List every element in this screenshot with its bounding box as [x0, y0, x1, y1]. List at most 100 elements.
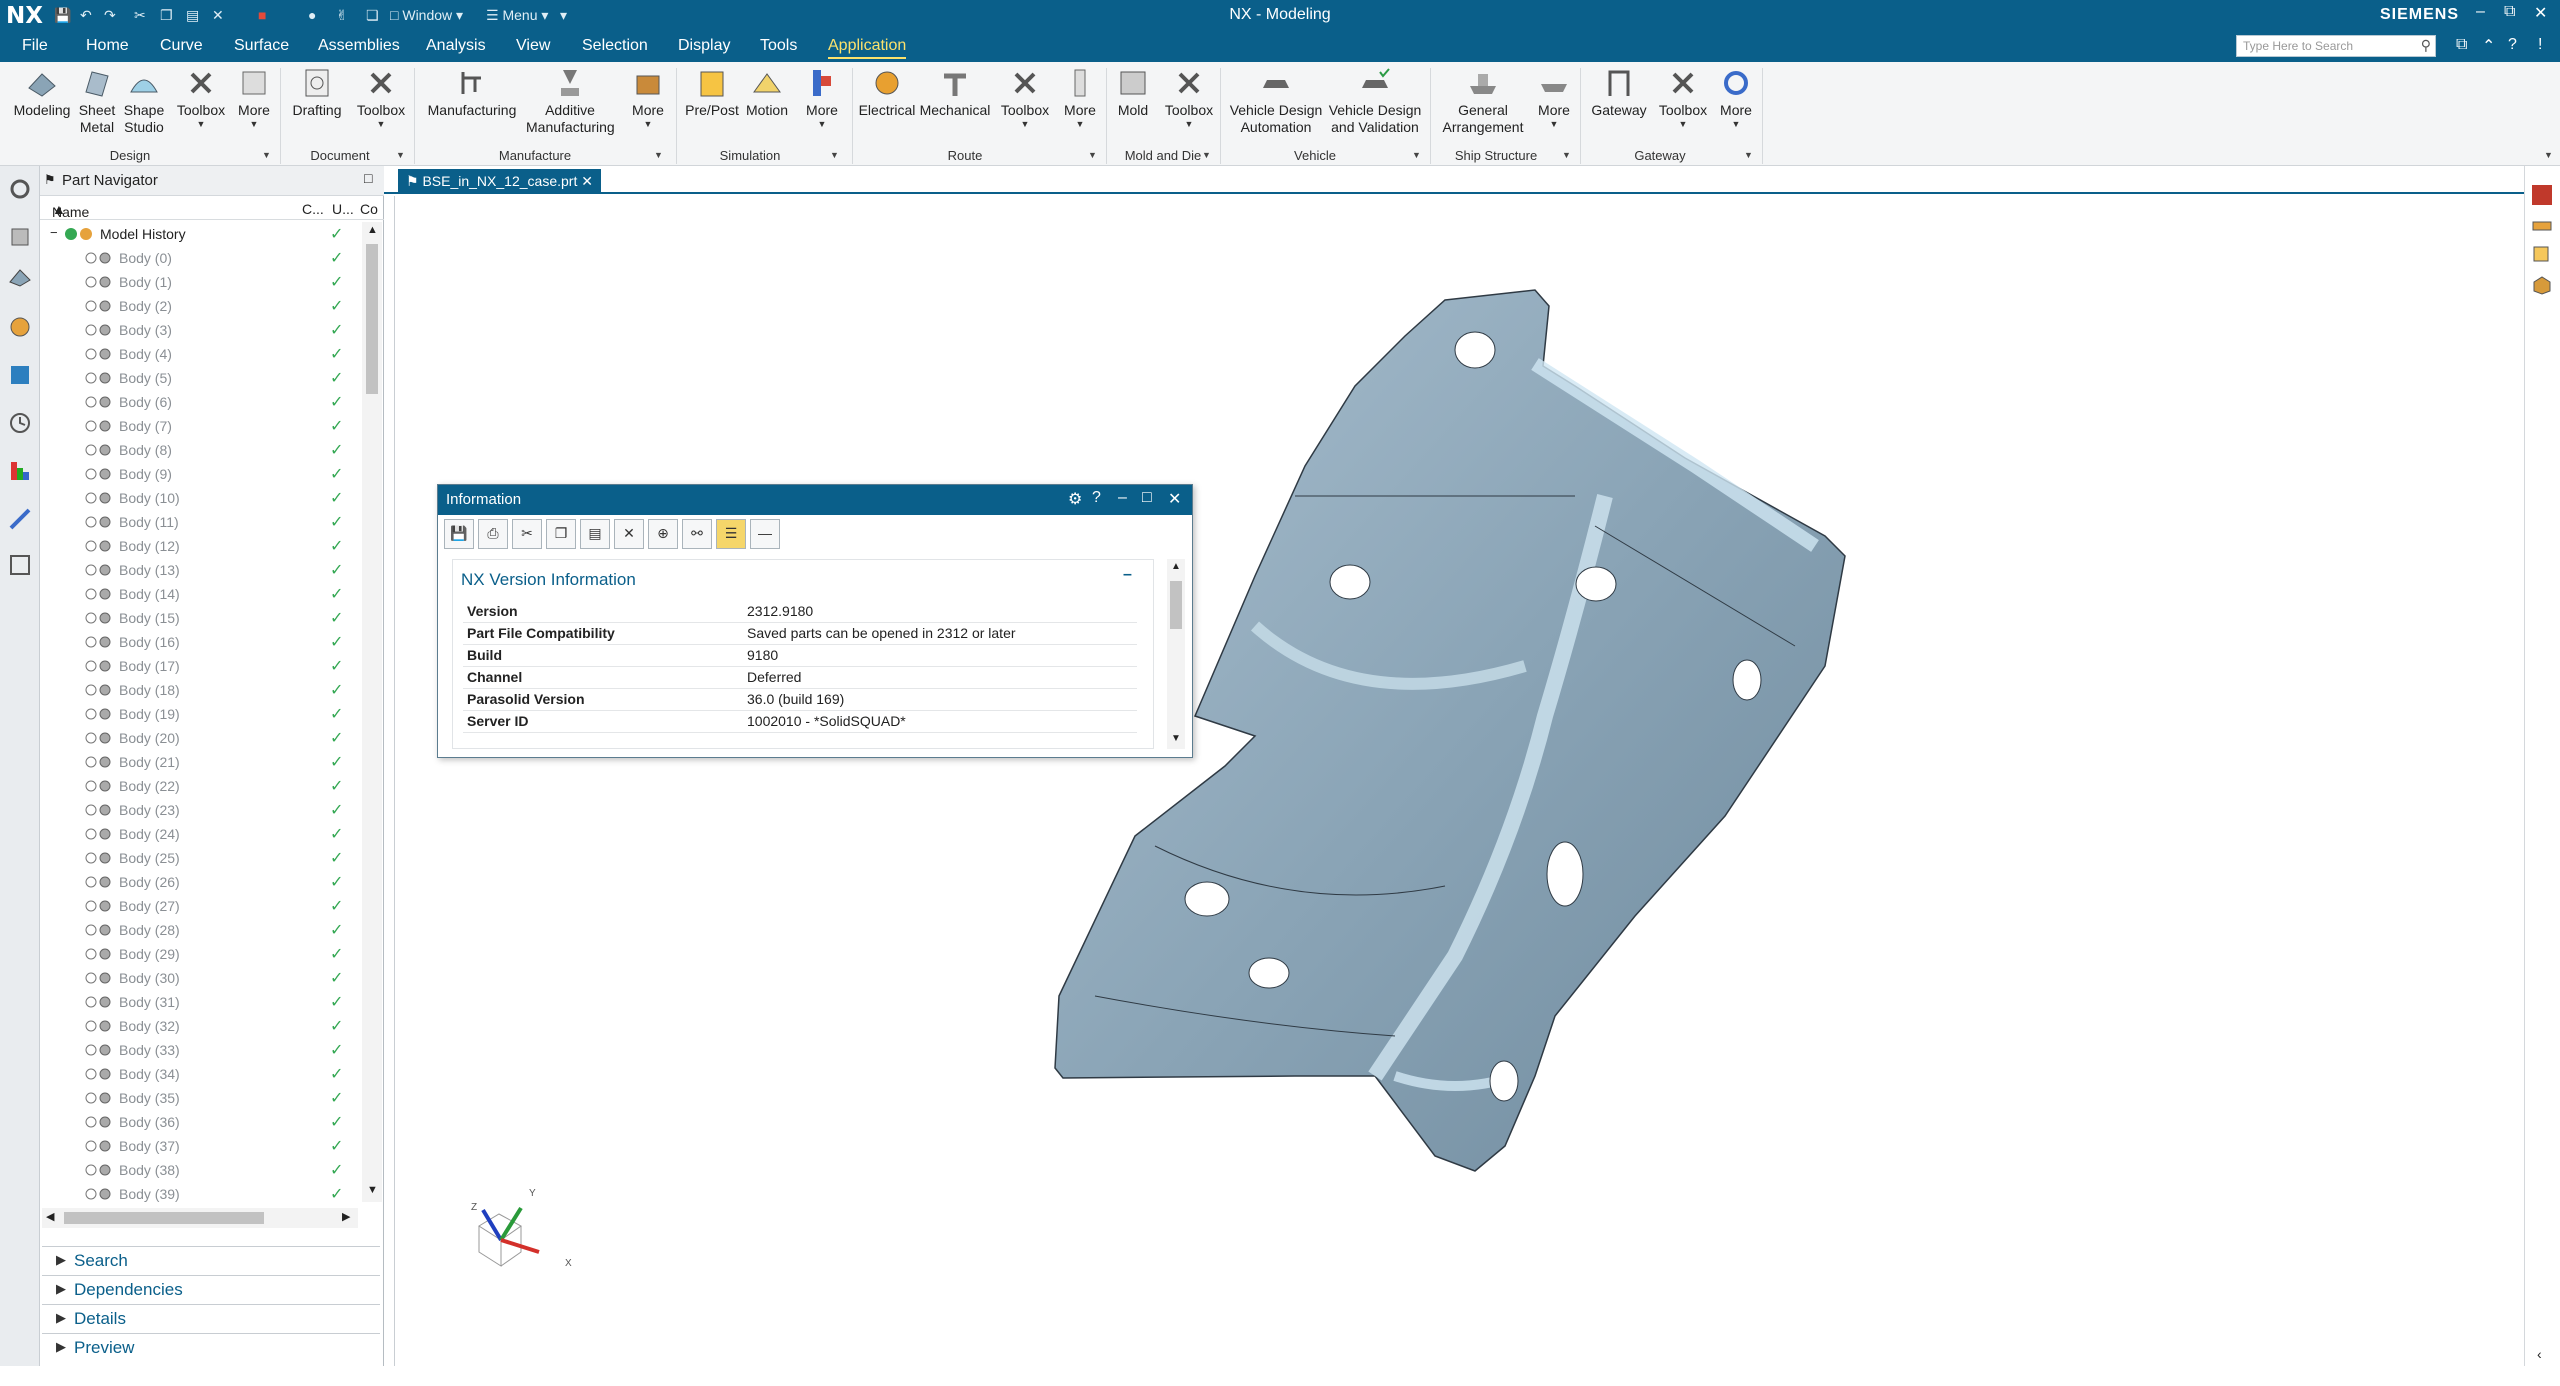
body-visibility-icon[interactable] — [85, 635, 113, 649]
menu-assemblies[interactable]: Assemblies — [318, 37, 400, 55]
column-current[interactable]: C... — [302, 201, 324, 217]
panel-details[interactable]: ▶ Details — [42, 1304, 380, 1330]
tree-node-body[interactable]: Body (11) ✓ — [40, 510, 360, 534]
cut-icon[interactable]: ✂ — [512, 519, 542, 549]
gateway-more-button[interactable]: More ▼ — [1712, 66, 1760, 129]
gateway-group-dropdown[interactable]: ▼ — [1744, 150, 1753, 160]
tree-node-body[interactable]: Body (28) ✓ — [40, 918, 360, 942]
body-visibility-icon[interactable] — [85, 275, 113, 289]
body-visibility-icon[interactable] — [85, 1115, 113, 1129]
save-icon[interactable]: 💾 — [444, 519, 474, 549]
sheet-metal-button[interactable]: Sheet Metal — [72, 66, 122, 136]
menu-file[interactable]: File — [22, 37, 48, 55]
scroll-thumb[interactable] — [64, 1212, 264, 1224]
tree-node-body[interactable]: Body (9) ✓ — [40, 462, 360, 486]
dialog-maximize-button[interactable]: □ — [1142, 489, 1152, 507]
binoculars-icon[interactable]: ⚯ — [682, 519, 712, 549]
collapse-icon[interactable]: − — [50, 225, 58, 240]
tree-node-body[interactable]: Body (34) ✓ — [40, 1062, 360, 1086]
document-tab[interactable]: ⚑ BSE_in_NX_12_case.prt ✕ — [398, 169, 601, 194]
ribbon-options-dropdown[interactable]: ▼ — [2544, 150, 2553, 160]
menu-home[interactable]: Home — [86, 37, 129, 55]
design-group-dropdown[interactable]: ▼ — [262, 150, 271, 160]
body-visibility-icon[interactable] — [85, 299, 113, 313]
tree-node-model-history[interactable]: − Model History ✓ — [40, 222, 360, 246]
vehicle-design-automation-button[interactable]: Vehicle Design Automation — [1228, 66, 1324, 136]
touch-mode-icon[interactable]: ✌ — [336, 7, 348, 24]
route-group-dropdown[interactable]: ▼ — [1088, 150, 1097, 160]
search-icon[interactable]: ⚲ — [2421, 37, 2431, 54]
tree-node-body[interactable]: Body (0) ✓ — [40, 246, 360, 270]
body-visibility-icon[interactable] — [85, 467, 113, 481]
tree-node-body[interactable]: Body (26) ✓ — [40, 870, 360, 894]
body-visibility-icon[interactable] — [85, 491, 113, 505]
tree-node-body[interactable]: Body (18) ✓ — [40, 678, 360, 702]
process-studio-icon[interactable] — [7, 506, 33, 532]
body-visibility-icon[interactable] — [85, 683, 113, 697]
collapse-all-icon[interactable]: — — [750, 519, 780, 549]
tree-node-body[interactable]: Body (3) ✓ — [40, 318, 360, 342]
history-icon[interactable] — [7, 410, 33, 436]
nx-app-icon[interactable] — [2531, 184, 2553, 206]
dialog-close-button[interactable]: ✕ — [1168, 489, 1181, 509]
shape-studio-button[interactable]: Shape Studio — [118, 66, 170, 136]
ship-more-button[interactable]: More ▼ — [1530, 66, 1578, 129]
menu-tools[interactable]: Tools — [760, 37, 797, 55]
save-icon[interactable]: 💾 — [54, 7, 71, 24]
body-visibility-icon[interactable] — [85, 587, 113, 601]
dialog-settings-icon[interactable]: ⚙ — [1068, 489, 1082, 509]
document-group-dropdown[interactable]: ▼ — [396, 150, 405, 160]
simulation-group-dropdown[interactable]: ▼ — [830, 150, 839, 160]
scroll-left-icon[interactable]: ◀ — [46, 1210, 54, 1223]
body-visibility-icon[interactable] — [85, 851, 113, 865]
tree-node-body[interactable]: Body (12) ✓ — [40, 534, 360, 558]
window-switch-icon[interactable]: ❏ — [366, 7, 379, 24]
microphone-icon[interactable]: ● — [308, 7, 316, 23]
route-more-button[interactable]: More ▼ — [1056, 66, 1104, 129]
column-comment[interactable]: Co — [360, 201, 378, 217]
general-arrangement-button[interactable]: General Arrangement — [1436, 66, 1530, 136]
help-icon[interactable]: ? — [2508, 36, 2517, 54]
body-visibility-icon[interactable] — [85, 395, 113, 409]
mold-toolbox-button[interactable]: Toolbox ▼ — [1160, 66, 1218, 129]
part-navigator-icon[interactable] — [7, 264, 33, 290]
panel-preview[interactable]: ▶ Preview — [42, 1333, 380, 1359]
mold-group-dropdown[interactable]: ▼ — [1202, 150, 1211, 160]
body-visibility-icon[interactable] — [85, 731, 113, 745]
route-toolbox-button[interactable]: Toolbox ▼ — [996, 66, 1054, 129]
mold-button[interactable]: Mold — [1108, 66, 1158, 119]
column-uptodate[interactable]: U... — [332, 201, 354, 217]
command-search-input[interactable]: Type Here to Search ⚲ — [2236, 35, 2436, 57]
ship-group-dropdown[interactable]: ▼ — [1562, 150, 1571, 160]
manufacture-group-dropdown[interactable]: ▼ — [654, 150, 663, 160]
layers-icon[interactable] — [2531, 214, 2553, 236]
tree-node-body[interactable]: Body (21) ✓ — [40, 750, 360, 774]
undo-icon[interactable]: ↶ — [80, 7, 92, 24]
vehicle-design-validation-button[interactable]: Vehicle Design and Validation — [1326, 66, 1424, 136]
body-visibility-icon[interactable] — [85, 995, 113, 1009]
sheets-icon[interactable] — [2531, 244, 2553, 266]
vehicle-group-dropdown[interactable]: ▼ — [1412, 150, 1421, 160]
design-toolbox-button[interactable]: Toolbox ▼ — [172, 66, 230, 129]
menu-view[interactable]: View — [516, 37, 550, 55]
maximize-panel-icon[interactable]: □ — [364, 170, 372, 186]
menu-application[interactable]: Application — [828, 37, 907, 59]
delete-icon[interactable]: ✕ — [212, 7, 224, 24]
mechanical-button[interactable]: Mechanical — [918, 66, 992, 119]
tree-node-body[interactable]: Body (37) ✓ — [40, 1134, 360, 1158]
body-visibility-icon[interactable] — [85, 323, 113, 337]
simulation-more-button[interactable]: More ▼ — [794, 66, 850, 129]
motion-button[interactable]: Motion — [742, 66, 792, 119]
body-visibility-icon[interactable] — [85, 659, 113, 673]
body-visibility-icon[interactable] — [85, 779, 113, 793]
tree-node-body[interactable]: Body (20) ✓ — [40, 726, 360, 750]
gateway-button[interactable]: Gateway — [1586, 66, 1652, 119]
full-screen-icon[interactable]: ⧉ — [2456, 36, 2467, 54]
copy-icon[interactable]: ❐ — [546, 519, 576, 549]
tree-node-body[interactable]: Body (31) ✓ — [40, 990, 360, 1014]
tree-node-body[interactable]: Body (10) ✓ — [40, 486, 360, 510]
tree-node-body[interactable]: Body (27) ✓ — [40, 894, 360, 918]
tree-node-body[interactable]: Body (15) ✓ — [40, 606, 360, 630]
scroll-thumb[interactable] — [366, 244, 378, 394]
body-visibility-icon[interactable] — [85, 347, 113, 361]
